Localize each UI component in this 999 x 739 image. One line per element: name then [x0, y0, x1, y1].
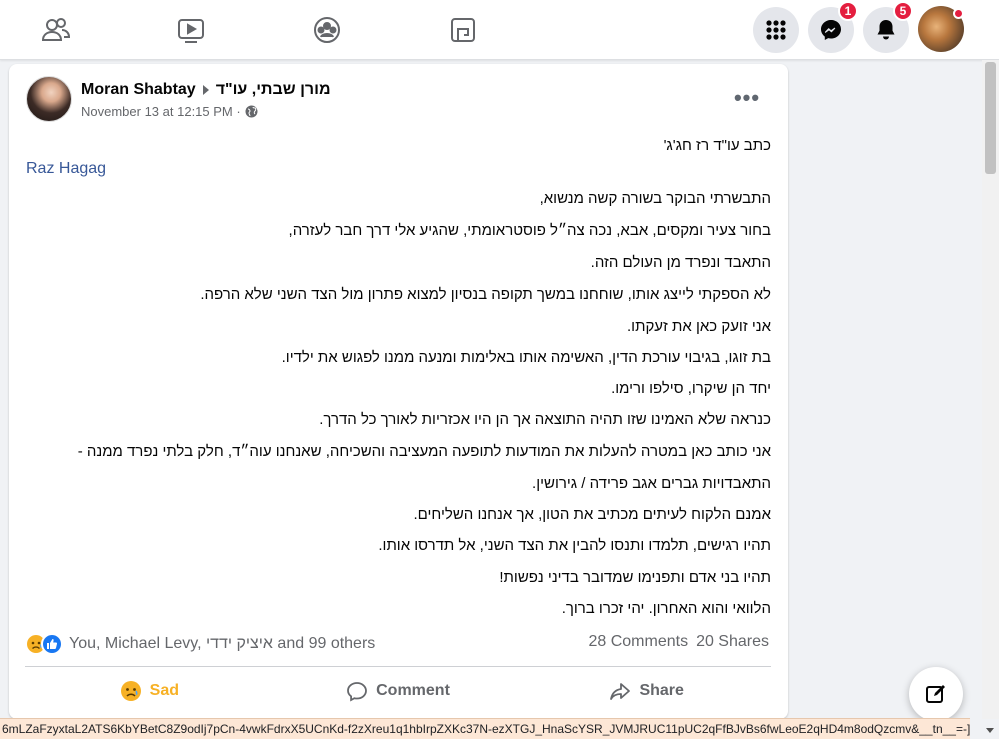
engagement-counts: 28 Comments 20 Shares	[588, 633, 769, 651]
post-line: יחד הן שיקרו, סילפו ורימו.	[611, 380, 771, 397]
post-line: אני זועק כאן את זעקתו.	[627, 318, 771, 335]
share-button[interactable]: Share	[522, 671, 771, 711]
author-avatar[interactable]	[26, 76, 72, 122]
share-label: Share	[639, 682, 684, 699]
sad-label: Sad	[149, 682, 179, 699]
post-meta: November 13 at 12:15 PM ·	[81, 104, 258, 119]
groups-icon[interactable]	[307, 10, 347, 50]
post-line: תהיו בני אדם ותפנימו שמדובר בדיני נפשות!	[499, 569, 771, 586]
post-line: כתב עו"ד רז חג'ג'	[663, 137, 771, 154]
friends-icon[interactable]	[35, 10, 75, 50]
share-icon	[610, 683, 631, 700]
bell-icon	[877, 20, 895, 40]
globe-icon	[245, 105, 258, 118]
post-line: בת זוגו, בגיבוי עורכת הדין, האשימה אותו …	[281, 349, 771, 366]
account-avatar[interactable]	[918, 6, 964, 52]
post-card: Moran Shabtay מורן שבתי, עו"ד November 1…	[9, 64, 788, 719]
gaming-icon[interactable]	[443, 10, 483, 50]
shares-count[interactable]: 20 Shares	[696, 633, 769, 651]
post-line: אני כותב כאן במטרה להעלות את המודעות לתו…	[77, 443, 771, 460]
more-options-button[interactable]: •••	[729, 85, 765, 110]
post-timestamp[interactable]: November 13 at 12:15 PM ·	[81, 104, 241, 119]
comment-button[interactable]: Comment	[274, 671, 523, 711]
messenger-button[interactable]: 1	[808, 1, 858, 53]
post-actions: Sad Comment Share	[25, 671, 771, 711]
watch-video-icon[interactable]	[171, 10, 211, 50]
new-message-button[interactable]	[909, 667, 963, 721]
post-line: בחור צעיר ומקסים, אבא, נכה צה״ל פוסטראומ…	[288, 222, 771, 239]
group-name[interactable]: מורן שבתי, עו"ד	[216, 81, 331, 99]
comment-icon	[347, 682, 368, 702]
messenger-badge: 1	[838, 1, 858, 21]
status-dot	[953, 8, 964, 19]
post-line: התאבד ונפרד מן העולם הזה.	[590, 254, 771, 271]
post-line: הלוואי והוא האחרון. יהי זכרו ברוך.	[561, 600, 771, 617]
comment-label: Comment	[376, 682, 450, 699]
reactions-text[interactable]: You, Michael Levy, איציק ידדי and 99 oth…	[69, 635, 375, 653]
scroll-down-arrow[interactable]	[986, 728, 994, 733]
notifications-badge: 5	[893, 1, 913, 21]
author-name[interactable]: Moran Shabtay	[81, 81, 196, 99]
compose-icon	[926, 685, 945, 703]
sad-reaction-button[interactable]: Sad	[25, 671, 274, 711]
messenger-icon	[821, 20, 841, 40]
sad-icon	[120, 681, 141, 701]
mention-link[interactable]: Raz Hagag	[26, 160, 106, 178]
arrow-right-icon	[202, 85, 209, 95]
menu-grid-button[interactable]	[753, 7, 799, 53]
post-line: אמנם הלקוח לעיתים מכתיב את הטון, אך אנחנ…	[413, 506, 771, 523]
top-navigation-bar: 1 5	[0, 0, 999, 60]
reactions-summary[interactable]: You, Michael Levy, איציק ידדי and 99 oth…	[25, 632, 375, 656]
like-reaction-icon	[41, 633, 63, 655]
divider	[25, 666, 771, 667]
post-line: תהיו רגישים, תלמדו ותנסו להבין את הצד הש…	[378, 537, 771, 554]
grid-icon	[766, 20, 786, 40]
comments-count[interactable]: 28 Comments	[588, 633, 688, 651]
post-line: לא הספקתי לייצג אותו, שוחחנו במשך תקופה …	[200, 286, 771, 303]
scrollbar-thumb[interactable]	[985, 62, 996, 174]
post-line: כנראה שלא האמינו שזו תהיה התוצאה אך הן ה…	[319, 411, 771, 428]
post-line: התבשרתי הבוקר בשורה קשה מנשוא,	[539, 190, 771, 207]
post-header: Moran Shabtay מורן שבתי, עו"ד	[81, 79, 331, 101]
post-line: התאבדויות גברים אגב פרידה / גירושין.	[532, 475, 771, 492]
notifications-button[interactable]: 5	[863, 1, 913, 53]
link-status-bar: 6mLZaFzyxtaL2ATS6KbYBetC8Z9odIj7pCn-4vwk…	[0, 718, 970, 739]
